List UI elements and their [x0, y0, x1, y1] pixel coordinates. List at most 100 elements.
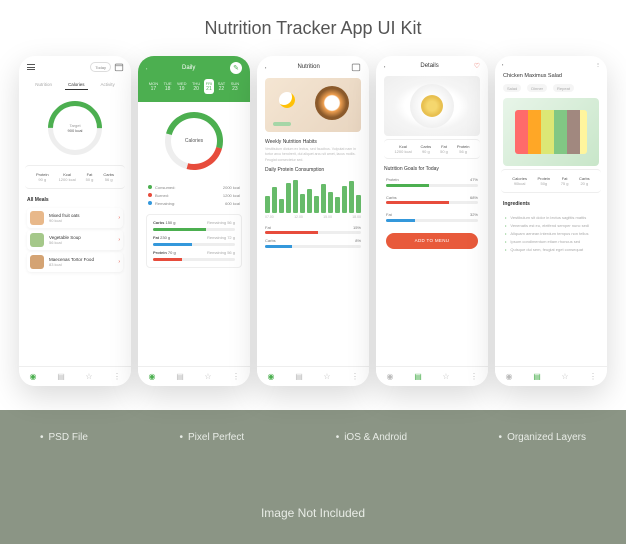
nav-home-icon[interactable]: ◉ — [29, 373, 37, 381]
legend-value: 1200 kcal — [223, 193, 240, 198]
tab-salad[interactable]: Salad — [503, 84, 521, 92]
stat-value: 1200 kcal — [394, 149, 411, 154]
footer-note: Image Not Included — [0, 506, 626, 520]
nav-book-icon[interactable]: ▤ — [176, 373, 184, 381]
feature-layers: Organized Layers — [499, 432, 586, 443]
meal-cal: 83 kcal — [49, 262, 113, 267]
ingredients-title: Ingredients — [495, 195, 607, 210]
nav-star-icon[interactable]: ☆ — [561, 373, 569, 381]
nav-star-icon[interactable]: ☆ — [204, 373, 212, 381]
target-value: 900 kcal — [68, 128, 83, 133]
nav-more-icon[interactable]: ⋮ — [232, 373, 240, 381]
ingredient-item: Vestibulum sit dolor in lectus sagittis … — [505, 213, 597, 221]
chart-title: Daily Protein Consumption — [257, 163, 369, 175]
back-icon[interactable]: ‹ — [502, 62, 503, 67]
nav-home-icon[interactable]: ◉ — [386, 373, 394, 381]
ingredient-item: Aliquam aenean interdum tempus non tellu… — [505, 229, 597, 237]
calories-label: Calories — [171, 118, 217, 164]
nav-more-icon[interactable]: ⋮ — [113, 373, 121, 381]
today-pill[interactable]: Today — [90, 62, 111, 72]
nav-star-icon[interactable]: ☆ — [85, 373, 93, 381]
goal-label: Fat — [386, 212, 392, 217]
nav-book-icon[interactable]: ▤ — [533, 373, 541, 381]
nav-book-icon[interactable]: ▤ — [295, 373, 303, 381]
macro-pct: 15% — [353, 225, 361, 230]
nut-amount: 150 g — [165, 220, 175, 225]
hero-image — [265, 78, 361, 132]
dish-image — [384, 76, 480, 136]
nav-more-icon[interactable]: ⋮ — [470, 373, 478, 381]
add-to-menu-button[interactable]: ADD TO MENU — [386, 233, 478, 249]
calories-ring: Calories — [154, 101, 233, 180]
meal-item[interactable]: Vegetable Soup56 kcal› — [27, 230, 123, 250]
back-icon[interactable]: ‹ — [384, 64, 385, 69]
recipe-title: Chicken Maximus Salad — [495, 71, 607, 81]
legend-label: Remaining: — [155, 201, 175, 206]
more-icon[interactable]: ⋮ — [596, 62, 600, 67]
nut-name: Fat — [153, 235, 159, 240]
nav-star-icon[interactable]: ☆ — [323, 373, 331, 381]
nav-home-icon[interactable]: ◉ — [148, 373, 156, 381]
stat-value: 90 g — [36, 177, 49, 182]
macro-label: Fat — [265, 225, 271, 230]
goal-label: Protein — [386, 177, 399, 182]
day-sat[interactable]: SAT22 — [216, 79, 227, 94]
nut-remaining: 56 g — [227, 250, 235, 255]
tab-nutrition[interactable]: Nutrition — [32, 80, 55, 90]
goal-pct: 32% — [470, 212, 478, 217]
nav-home-icon[interactable]: ◉ — [267, 373, 275, 381]
day-mon[interactable]: MON17 — [147, 79, 160, 94]
screen-dashboard: Today Nutrition Calories Activity Target… — [19, 56, 131, 386]
add-fab[interactable]: ✎ — [230, 62, 242, 74]
nut-remaining: 72 g — [227, 235, 235, 240]
all-meals-title: All Meals — [19, 191, 131, 206]
stat-value: 1200 kcal — [59, 177, 76, 182]
stat-value: 50 g — [86, 177, 94, 182]
tab-dinner[interactable]: Dinner — [527, 84, 547, 92]
tab-activity[interactable]: Activity — [98, 80, 118, 90]
chevron-right-icon: › — [118, 259, 120, 265]
x-tick: 07.00 — [265, 215, 274, 219]
nut-name: Carbs — [153, 220, 164, 225]
nutrition-title: Nutrition — [298, 64, 320, 70]
nav-home-icon[interactable]: ◉ — [505, 373, 513, 381]
screen-details: ‹ Details ♡ Kcal1200 kcal Carbs90 g Fat5… — [376, 56, 488, 386]
stat-value: 90kcal — [512, 181, 527, 186]
stat-value: 75 g — [561, 181, 569, 186]
daily-title: Daily — [182, 65, 195, 71]
meal-item[interactable]: Mixed fruit oats90 kcal› — [27, 208, 123, 228]
remaining-label: Remaining — [207, 235, 226, 240]
nav-star-icon[interactable]: ☆ — [442, 373, 450, 381]
calendar-icon[interactable] — [351, 62, 361, 72]
day-tue[interactable]: TUE18 — [162, 79, 174, 94]
menu-icon[interactable] — [26, 62, 36, 72]
tab-calories[interactable]: Calories — [65, 80, 88, 90]
description: Vestibulum dictum ex lectus, sed faucibu… — [257, 147, 369, 163]
stat-value: 56 g — [103, 177, 114, 182]
day-fri[interactable]: FRI21 — [204, 79, 214, 94]
goal-pct: 47% — [470, 177, 478, 182]
screen-daily: ‹ Daily ✎ MON17 TUE18 WED19 THU20 FRI21 … — [138, 56, 250, 386]
chevron-right-icon: › — [118, 237, 120, 243]
tab-repeat[interactable]: Repeat — [553, 84, 574, 92]
feature-pixel: Pixel Perfect — [180, 432, 245, 443]
nut-amount: 70 g — [168, 250, 176, 255]
nav-book-icon[interactable]: ▤ — [57, 373, 65, 381]
back-icon[interactable]: ‹ — [146, 66, 147, 71]
nav-more-icon[interactable]: ⋮ — [589, 373, 597, 381]
stat-value: 20 g — [579, 181, 590, 186]
nut-amount: 230 g — [160, 235, 170, 240]
calendar-icon[interactable] — [114, 62, 124, 72]
day-wed[interactable]: WED19 — [175, 79, 188, 94]
x-tick: 15.00 — [323, 215, 332, 219]
meal-item[interactable]: Maecenas Tortor Food83 kcal› — [27, 252, 123, 272]
nav-more-icon[interactable]: ⋮ — [351, 373, 359, 381]
protein-chart — [265, 179, 361, 213]
legend-value: 2000 kcal — [223, 185, 240, 190]
day-sun[interactable]: SUN23 — [229, 79, 241, 94]
heart-icon[interactable]: ♡ — [474, 62, 480, 70]
back-icon[interactable]: ‹ — [265, 65, 266, 70]
day-thu[interactable]: THU20 — [190, 79, 202, 94]
x-tick: 18.00 — [352, 215, 361, 219]
nav-book-icon[interactable]: ▤ — [414, 373, 422, 381]
